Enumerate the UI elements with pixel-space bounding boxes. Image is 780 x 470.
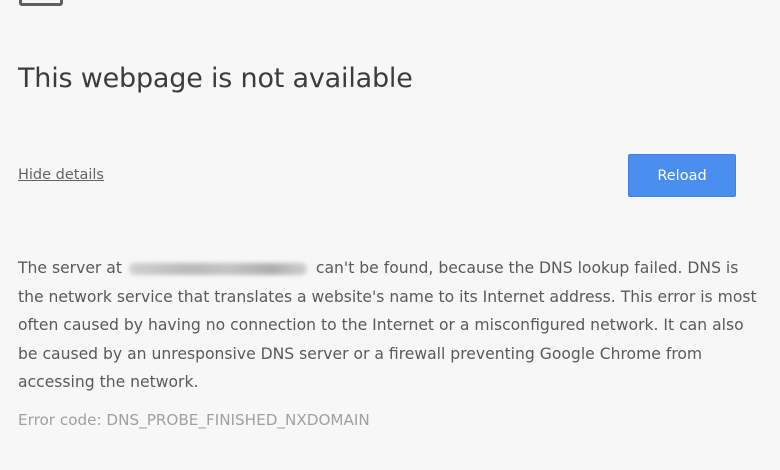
explanation-body: can't be found, because the DNS lookup f… — [18, 259, 757, 392]
hide-details-link[interactable]: Hide details — [18, 167, 104, 183]
error-code: Error code: DNS_PROBE_FINISHED_NXDOMAIN — [18, 410, 370, 429]
reload-button[interactable]: Reload — [628, 154, 736, 197]
page-title: This webpage is not available — [18, 63, 413, 94]
explanation-lead: The server at — [18, 259, 122, 277]
redacted-hostname — [128, 262, 307, 275]
error-details: The server at can't be found, because th… — [18, 254, 758, 429]
error-explanation: The server at can't be found, because th… — [18, 254, 758, 397]
sad-page-icon — [19, 0, 63, 6]
